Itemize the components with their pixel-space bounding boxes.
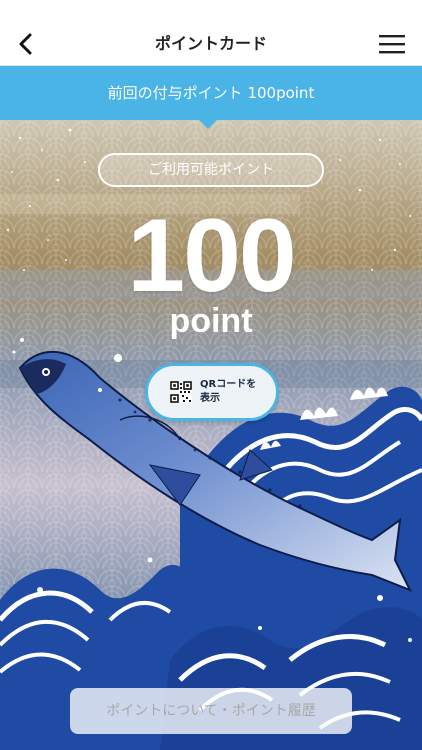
hamburger-menu-icon (379, 35, 405, 54)
page-title: ポイントカード (154, 34, 267, 53)
menu-button[interactable] (372, 26, 412, 62)
show-qr-code-button[interactable]: QRコードを 表示 (145, 363, 279, 421)
points-unit: point (169, 302, 253, 340)
status-bar (0, 0, 422, 22)
qr-button-label: QRコードを 表示 (200, 379, 257, 404)
last-granted-points-banner: 前回の付与ポイント 100point (0, 66, 422, 120)
chevron-left-icon (19, 33, 32, 55)
back-button[interactable] (8, 26, 44, 62)
points-balance: 100 (127, 198, 297, 314)
available-points-label: ご利用可能ポイント (98, 153, 324, 187)
points-info-history-button[interactable]: ポイントについて・ポイント履歴 (70, 688, 352, 734)
navigation-bar: ポイントカード (0, 22, 422, 66)
qr-code-icon (170, 381, 192, 403)
banner-pointer (198, 119, 218, 129)
